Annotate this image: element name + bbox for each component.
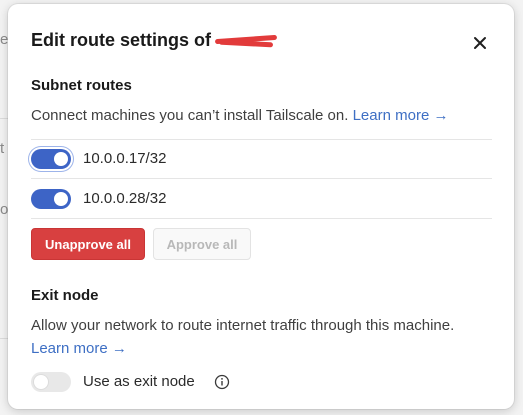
subnet-description-text: Connect machines you can’t install Tails… bbox=[31, 107, 349, 124]
route-toggle-1[interactable] bbox=[31, 149, 71, 169]
route-divider bbox=[31, 178, 492, 179]
toggle-knob bbox=[34, 375, 48, 389]
exit-node-description-text: Allow your network to route internet tra… bbox=[31, 317, 455, 334]
background-text-fragment: t bbox=[0, 140, 5, 157]
toggle-knob bbox=[54, 152, 68, 166]
exit-node-description: Allow your network to route internet tra… bbox=[31, 314, 491, 360]
unapprove-all-button[interactable]: Unapprove all bbox=[31, 228, 145, 260]
subnet-routes-description: Connect machines you can’t install Tails… bbox=[31, 104, 491, 127]
toggle-knob bbox=[54, 192, 68, 206]
close-icon bbox=[474, 37, 486, 49]
exit-node-toggle[interactable] bbox=[31, 372, 71, 392]
route-divider bbox=[31, 218, 492, 219]
exit-node-learn-more-link[interactable]: Learn more → bbox=[31, 340, 127, 357]
dialog-title-text: Edit route settings of bbox=[31, 30, 211, 50]
subnet-learn-more-link[interactable]: Learn more → bbox=[353, 107, 449, 124]
route-label-2: 10.0.0.28/32 bbox=[83, 190, 167, 207]
route-toggle-2[interactable] bbox=[31, 189, 71, 209]
route-label-1: 10.0.0.17/32 bbox=[83, 150, 167, 167]
exit-node-toggle-label: Use as exit node bbox=[83, 373, 195, 390]
exit-node-heading: Exit node bbox=[31, 287, 99, 304]
dialog-title: Edit route settings of bbox=[31, 30, 277, 51]
info-icon[interactable] bbox=[214, 374, 230, 390]
background-divider bbox=[0, 338, 8, 339]
approve-all-button: Approve all bbox=[153, 228, 251, 260]
subnet-routes-heading: Subnet routes bbox=[31, 77, 132, 94]
edit-route-settings-dialog: Edit route settings of Subnet routes Con… bbox=[8, 4, 514, 409]
background-divider bbox=[0, 118, 8, 119]
redacted-machine-name bbox=[215, 35, 277, 47]
route-divider bbox=[31, 139, 492, 140]
close-button[interactable] bbox=[468, 31, 492, 55]
